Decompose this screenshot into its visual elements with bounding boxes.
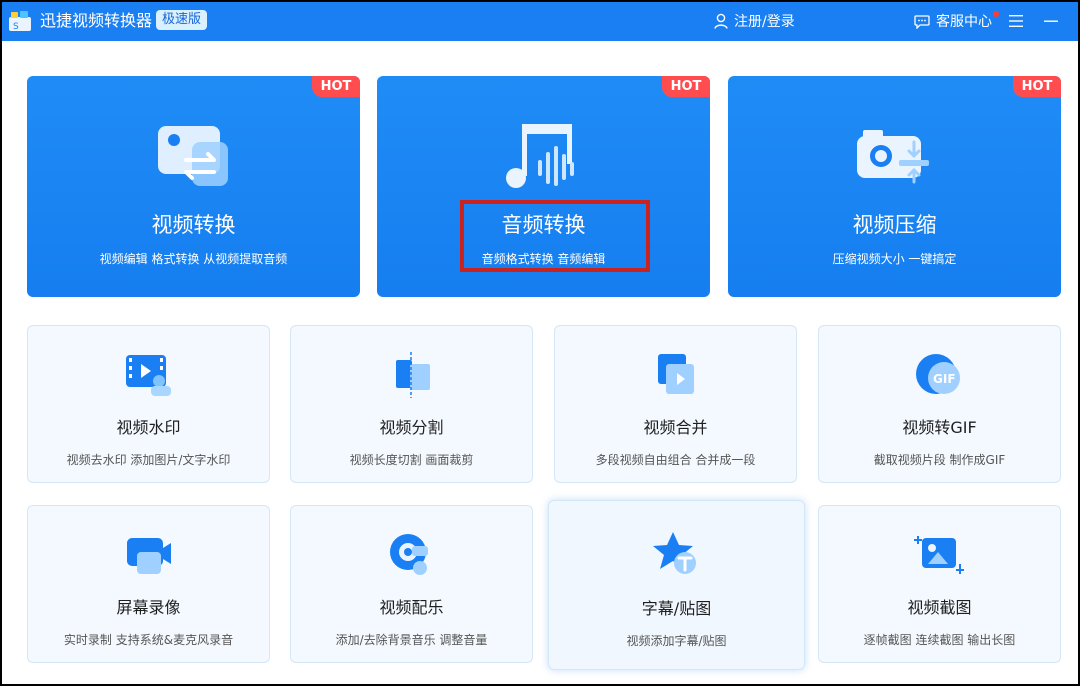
tool-desc: 视频长度切割 画面裁剪 [349,453,474,467]
tool-title: 屏幕录像 [116,598,181,617]
tool-title: 视频截图 [907,598,972,617]
tool-title: 视频合并 [643,418,708,437]
music-disc-icon [389,534,428,575]
camera-compress-icon [856,130,929,184]
feature-desc: 视频编辑 格式转换 从视频提取音频 [99,252,288,266]
edition-badge: 极速版 [156,10,208,30]
subtitle-star-icon [652,532,696,574]
feature-card-video-convert[interactable]: HOT 视频转换 视频编辑 格式转换 从视频提取音频 [27,76,360,297]
chat-bubble-icon [914,14,930,29]
tool-desc: 逐帧截图 连续截图 输出长图 [863,633,1016,647]
tool-card-split[interactable]: 视频分割 视频长度切割 画面裁剪 [290,325,533,483]
watermark-icon [125,355,171,396]
notification-dot [993,11,999,17]
svg-text:S: S [13,22,19,32]
hot-badge: HOT [312,76,360,97]
tool-card-screenshot[interactable]: 视频截图 逐帧截图 连续截图 输出长图 [818,505,1061,663]
app-logo-icon: S [9,11,31,32]
tool-card-subtitle[interactable]: 字幕/贴图 视频添加字幕/贴图 [548,500,805,670]
tool-desc: 实时录制 支持系统&麦克风录音 [63,633,234,647]
tool-title: 视频转GIF [902,418,977,437]
tool-card-screen-record[interactable]: 屏幕录像 实时录制 支持系统&麦克风录音 [27,505,270,663]
screen-record-icon [126,538,171,574]
hot-badge: HOT [1013,76,1061,97]
customer-service-button[interactable]: 客服中心 [914,10,992,32]
minimize-icon[interactable] [1042,12,1060,30]
split-icon [395,352,430,398]
feature-card-video-compress[interactable]: HOT 视频压缩 压缩视频大小 一键搞定 [728,76,1061,297]
music-note-icon [505,124,574,188]
title-bar: S 迅捷视频转换器 极速版 注册/登录 客服中心 [2,2,1078,41]
tool-card-gif[interactable]: GIF 视频转GIF 截取视频片段 制作成GIF [818,325,1061,483]
feature-title: 视频转换 [151,213,236,237]
feature-desc: 压缩视频大小 一键搞定 [832,252,957,266]
app-window: S 迅捷视频转换器 极速版 注册/登录 客服中心 HOT 视频转换 视频编辑 格… [0,0,1080,686]
menu-icon[interactable] [1008,12,1024,30]
tool-desc: 添加/去除背景音乐 调整音量 [335,633,488,647]
video-convert-icon [157,126,228,186]
app-title: 迅捷视频转换器 [40,11,153,30]
gif-icon-text: GIF [933,372,956,386]
tool-title: 字幕/贴图 [641,599,712,618]
tool-card-merge[interactable]: 视频合并 多段视频自由组合 合并成一段 [554,325,797,483]
tool-card-watermark[interactable]: 视频水印 视频去水印 添加图片/文字水印 [27,325,270,483]
hot-badge: HOT [662,76,710,97]
user-icon [714,13,728,29]
screenshot-icon [913,536,964,574]
tool-title: 视频水印 [116,418,181,437]
tool-desc: 截取视频片段 制作成GIF [873,453,1006,467]
tool-card-music[interactable]: 视频配乐 添加/去除背景音乐 调整音量 [290,505,533,663]
tool-title: 视频分割 [379,418,444,437]
service-label: 客服中心 [936,14,992,30]
selection-highlight [460,200,650,272]
tool-desc: 视频添加字幕/贴图 [626,634,727,648]
merge-icon [657,354,694,394]
feature-title: 视频压缩 [852,213,937,237]
tool-desc: 视频去水印 添加图片/文字水印 [66,453,231,467]
login-button[interactable]: 注册/登录 [714,10,795,32]
login-label: 注册/登录 [734,14,795,30]
tool-desc: 多段视频自由组合 合并成一段 [595,453,756,467]
tool-title: 视频配乐 [379,598,444,617]
gif-icon: GIF [915,354,960,394]
